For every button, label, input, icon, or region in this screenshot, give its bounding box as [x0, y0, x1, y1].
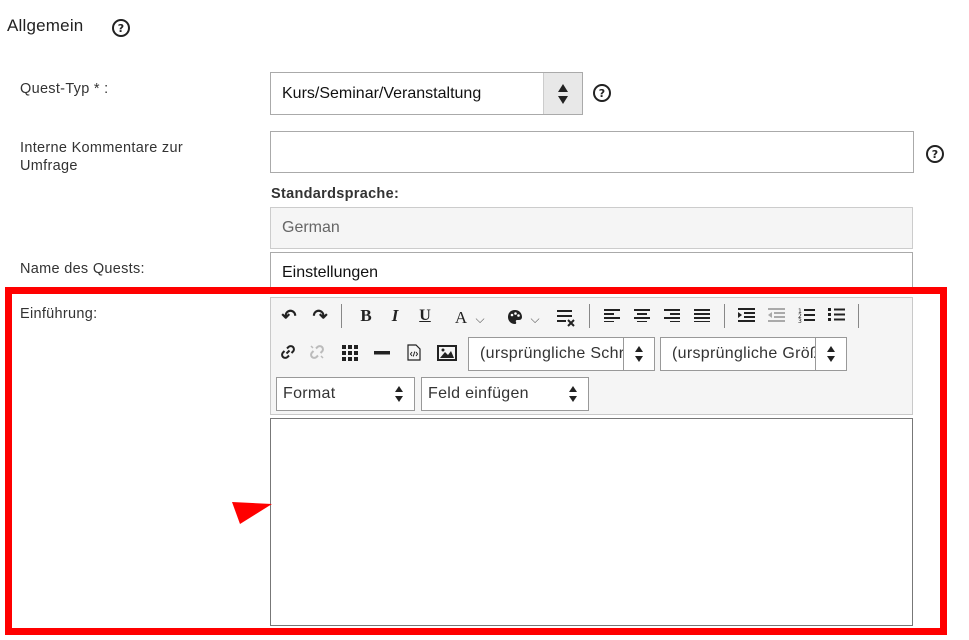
pointer-arrow-icon	[232, 502, 272, 524]
quest-name-label: Name des Quests:	[20, 261, 145, 277]
quest-type-select[interactable]: Kurs/Seminar/Veranstaltung	[270, 72, 583, 115]
internal-comments-input[interactable]	[270, 131, 914, 173]
quest-type-label: Quest-Typ * :	[20, 81, 109, 97]
quest-type-value: Kurs/Seminar/Veranstaltung	[282, 85, 482, 102]
standard-language-field: German	[270, 207, 913, 249]
help-icon[interactable]: ?	[112, 19, 130, 37]
highlight-frame	[5, 287, 947, 635]
section-title: Allgemein	[7, 16, 84, 35]
standard-language-label: Standardsprache:	[271, 186, 400, 202]
standard-language-value: German	[282, 219, 340, 236]
select-arrows-icon[interactable]	[543, 73, 582, 114]
help-icon[interactable]: ?	[926, 145, 944, 163]
quest-name-value: Einstellungen	[282, 264, 379, 281]
help-icon[interactable]: ?	[593, 84, 611, 102]
internal-comments-label: Interne Kommentare zur Umfrage	[20, 140, 183, 174]
